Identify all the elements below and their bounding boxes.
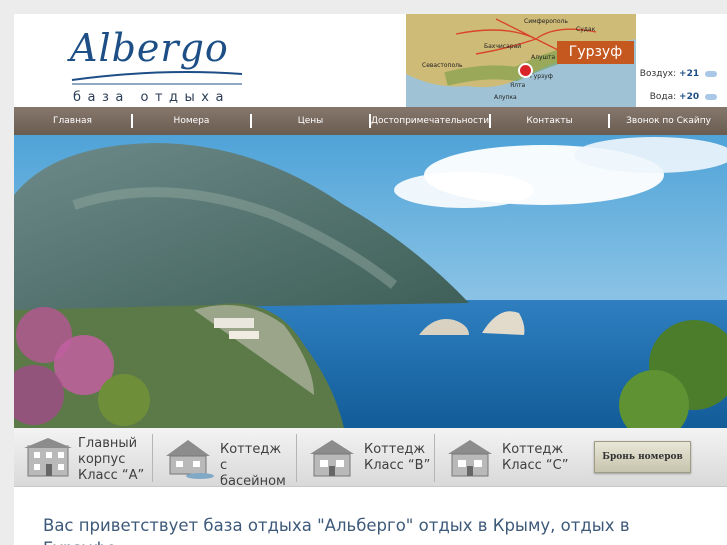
nav-item-skype-call[interactable]: Звонок по Скайпу bbox=[610, 107, 727, 135]
wave-icon bbox=[705, 93, 717, 100]
category-label: Коттедж bbox=[502, 442, 564, 457]
hero-image bbox=[14, 135, 727, 428]
category-main-building[interactable]: Главный корпус Класс “А” bbox=[14, 428, 151, 486]
logo-script: Albergo bbox=[70, 26, 229, 70]
map-label: Севастополь bbox=[422, 62, 463, 69]
cloud-icon bbox=[705, 70, 717, 77]
booking-button[interactable]: Бронь номеров bbox=[594, 441, 691, 473]
water-label: Вода: bbox=[649, 92, 677, 102]
air-label: Воздух: bbox=[639, 69, 677, 79]
category-cottage-class-c[interactable]: Коттедж Класс “С” bbox=[436, 428, 576, 486]
map-label: Симферополь bbox=[524, 18, 568, 25]
category-divider bbox=[152, 434, 153, 482]
category-divider bbox=[296, 434, 297, 482]
map-label: Алушта bbox=[531, 54, 556, 61]
main-nav: Главная Номера Цены Достопримечательност… bbox=[14, 107, 727, 135]
category-cottage-class-b[interactable]: Коттедж Класс “В” bbox=[298, 428, 433, 486]
logo-swoosh-icon bbox=[71, 71, 243, 85]
map-location-marker-icon bbox=[518, 63, 533, 78]
logo[interactable]: Albergo база отдыха bbox=[70, 26, 250, 106]
map-label: Алупка bbox=[494, 94, 517, 101]
seaside-landscape bbox=[14, 135, 727, 428]
nav-item-sights[interactable]: Достопримечательности bbox=[371, 107, 489, 135]
logo-subtitle: база отдыха bbox=[73, 90, 230, 105]
nav-item-contacts[interactable]: Контакты bbox=[491, 107, 608, 135]
category-label: Коттедж bbox=[220, 442, 282, 457]
category-label: корпус bbox=[78, 452, 126, 467]
location-badge: Гурзуф bbox=[557, 41, 634, 64]
category-bar: Главный корпус Класс “А” Коттедж с басей… bbox=[14, 428, 727, 489]
map-label: Ялта bbox=[510, 82, 526, 89]
weather-air: Воздух: +21 bbox=[640, 69, 717, 79]
nav-item-prices[interactable]: Цены bbox=[252, 107, 369, 135]
air-value: +21 bbox=[679, 69, 700, 79]
page: Albergo база отдыха Симферополь Судак Ба… bbox=[14, 14, 727, 545]
category-label: с басейном bbox=[220, 458, 286, 489]
weather-water: Вода: +20 bbox=[650, 92, 717, 102]
map-label: Бахчисарай bbox=[484, 43, 522, 50]
cottage-pool-icon bbox=[166, 440, 214, 479]
header: Albergo база отдыха Симферополь Судак Ба… bbox=[14, 14, 727, 107]
nav-item-rooms[interactable]: Номера bbox=[133, 107, 250, 135]
map-label: Гурзуф bbox=[530, 73, 553, 80]
main-building-icon bbox=[24, 438, 72, 477]
category-label: Класс “С” bbox=[502, 458, 569, 473]
category-cottage-pool[interactable]: Коттедж с басейном bbox=[154, 428, 294, 489]
category-label: Класс “В” bbox=[364, 458, 431, 473]
water-value: +20 bbox=[679, 92, 700, 102]
category-divider bbox=[434, 434, 435, 482]
category-label: Класс “А” bbox=[78, 468, 145, 483]
nav-item-home[interactable]: Главная bbox=[14, 107, 131, 135]
cottage-class-c-icon bbox=[448, 440, 492, 477]
category-label: Главный bbox=[78, 436, 138, 451]
map-label: Судак bbox=[576, 26, 596, 33]
welcome-heading: Вас приветствует база отдыха "Альберго" … bbox=[43, 516, 630, 545]
cottage-class-b-icon bbox=[310, 440, 354, 477]
category-label: Коттедж bbox=[364, 442, 426, 457]
